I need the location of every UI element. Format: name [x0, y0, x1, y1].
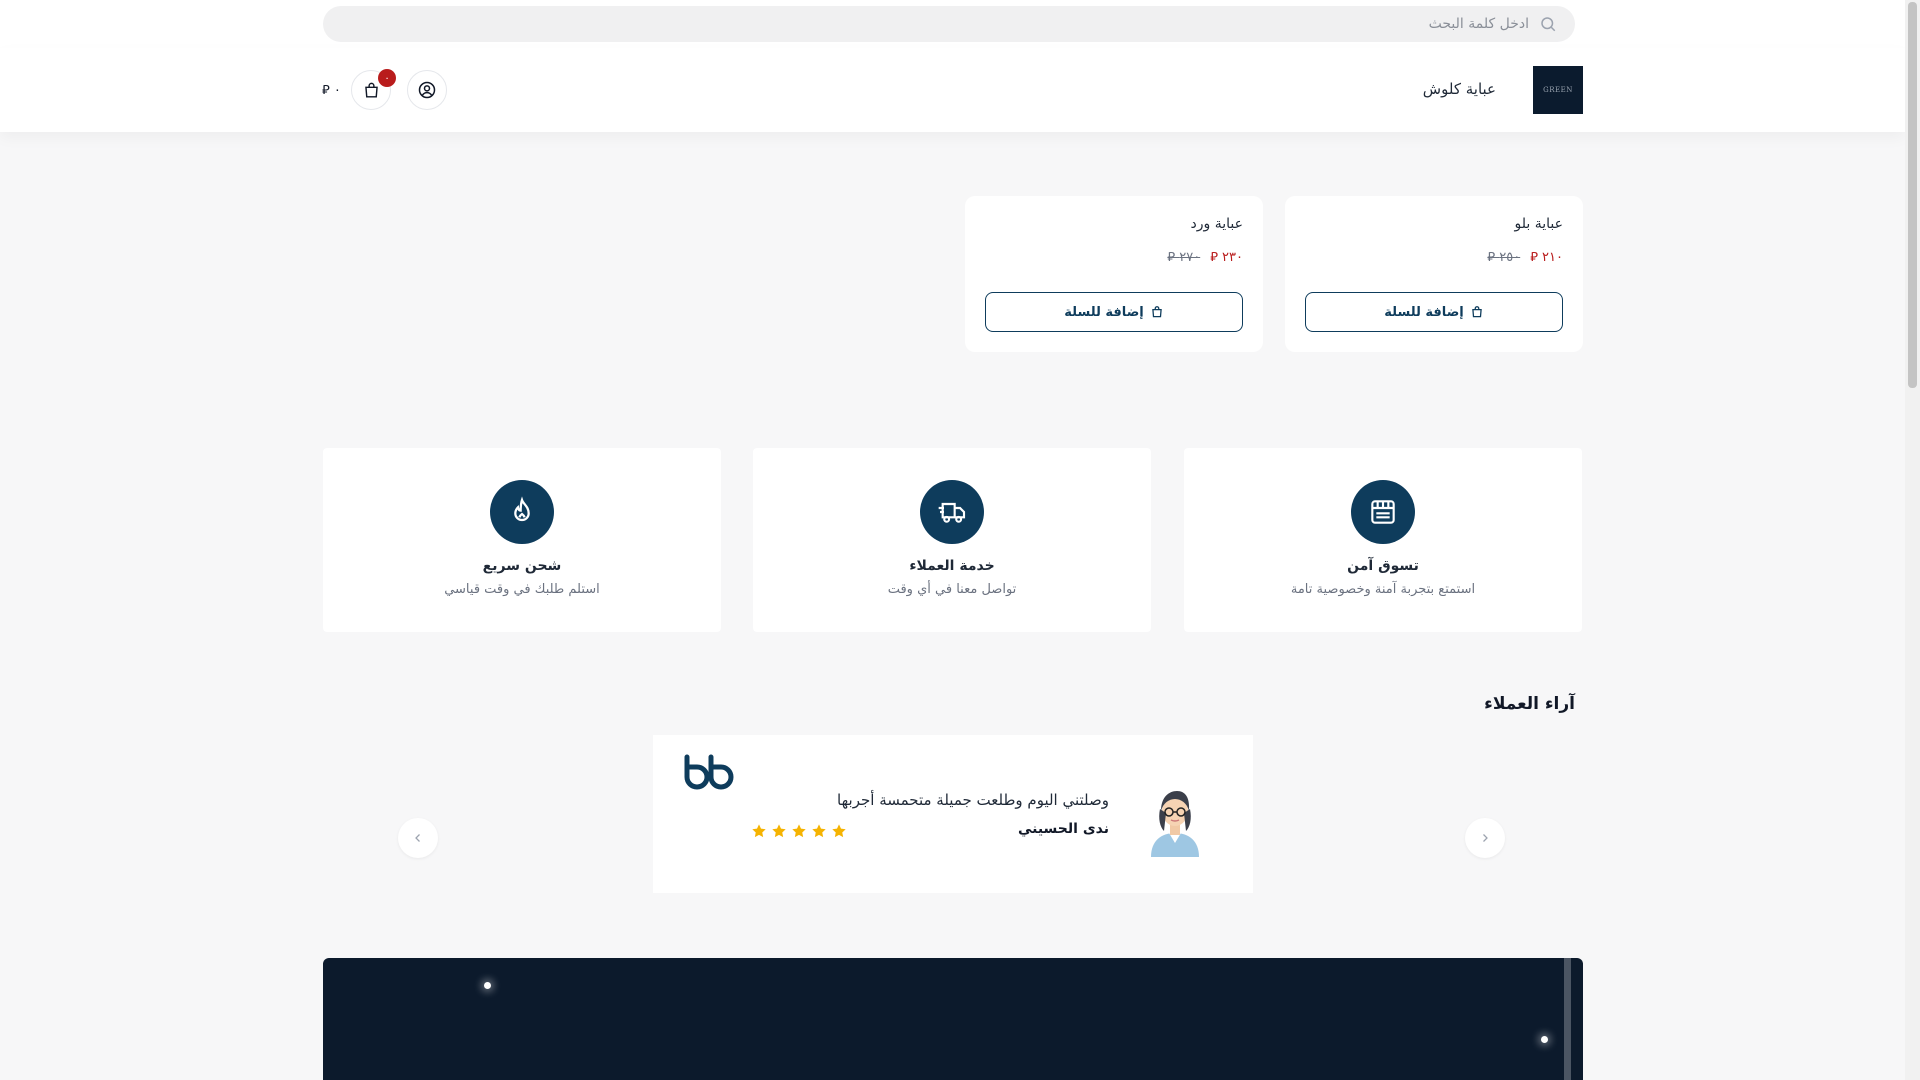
price-row: ٢١٠ ⃁ ٢٥٠ ⃁	[1487, 248, 1563, 265]
scrollbar-thumb[interactable]	[1908, 2, 1917, 388]
store-name[interactable]: عباية كلوش	[1423, 80, 1496, 98]
feature-title: خدمة العملاء	[909, 558, 995, 574]
testimonial-card: وصلتني اليوم وطلعت جميلة متحمسة أجربها ن…	[653, 735, 1253, 893]
delivery-truck-icon	[920, 480, 984, 544]
logo-text: GREEN	[1543, 86, 1573, 94]
star-icon	[812, 824, 826, 838]
add-to-cart-label: إضافة للسلة	[1384, 304, 1464, 320]
product-price: ٢١٠ ⃁	[1530, 250, 1563, 265]
store-logo[interactable]: GREEN	[1533, 66, 1583, 114]
sparkle-dot	[1541, 1036, 1548, 1043]
testimonials-title: آراء العملاء	[1484, 694, 1575, 714]
shopping-bag-icon	[364, 82, 378, 98]
feature-description: استمتع بتجربة آمنة وخصوصية تامة	[1290, 582, 1476, 597]
sparkle-dot	[484, 982, 491, 989]
feature-card: شحن سريع استلم طلبك في وقت قياسي	[323, 448, 721, 632]
product-name[interactable]: عباية بلو	[1515, 216, 1563, 232]
add-to-cart-label: إضافة للسلة	[1064, 304, 1144, 320]
product-old-price: ٢٥٠ ⃁	[1487, 250, 1521, 265]
feature-card: خدمة العملاء تواصل معنا في أي وقت	[753, 448, 1151, 632]
page-scrollbar[interactable]	[1905, 0, 1920, 1080]
rating-stars	[751, 823, 847, 839]
product-card[interactable]: عباية بلو ٢١٠ ⃁ ٢٥٠ ⃁ إضافة للسلة	[1285, 196, 1583, 352]
feature-description: استلم طلبك في وقت قياسي	[444, 582, 600, 597]
search-input[interactable]	[631, 6, 1531, 42]
quote-icon	[684, 754, 734, 790]
product-price: ٢٣٠ ⃁	[1210, 250, 1243, 265]
add-to-cart-button[interactable]: إضافة للسلة	[985, 292, 1243, 332]
feature-card: تسوق آمن استمتع بتجربة آمنة وخصوصية تامة	[1184, 448, 1582, 632]
star-icon	[772, 824, 786, 838]
promo-banner	[323, 958, 1583, 1080]
star-icon	[752, 824, 766, 838]
product-card[interactable]: عباية ورد ٢٣٠ ⃁ ٢٧٠ ⃁ إضافة للسلة	[965, 196, 1263, 352]
search-icon[interactable]	[1539, 15, 1557, 33]
user-icon	[418, 81, 436, 99]
search-box[interactable]	[323, 6, 1575, 42]
shopping-bag-icon	[1151, 306, 1162, 318]
customer-avatar	[1151, 791, 1199, 857]
top-search-bar	[0, 0, 1905, 48]
star-icon	[832, 824, 846, 838]
star-icon	[792, 824, 806, 838]
cart-count-badge: ٠	[378, 69, 396, 87]
store-icon	[1351, 480, 1415, 544]
carousel-next-button[interactable]	[1465, 818, 1505, 858]
feature-title: شحن سريع	[482, 558, 562, 574]
banner-edge	[1564, 958, 1571, 1080]
shopping-bag-icon	[1471, 306, 1482, 318]
cart-total: ٠ ⃁	[322, 83, 341, 98]
product-name[interactable]: عباية ورد	[1191, 216, 1243, 232]
chevron-left-icon	[415, 834, 420, 842]
testimonial-author: ندى الحسيني	[1017, 821, 1109, 837]
price-row: ٢٣٠ ⃁ ٢٧٠ ⃁	[1167, 248, 1243, 265]
carousel-prev-button[interactable]	[398, 818, 438, 858]
feature-title: تسوق آمن	[1347, 558, 1419, 574]
add-to-cart-button[interactable]: إضافة للسلة	[1305, 292, 1563, 332]
product-old-price: ٢٧٠ ⃁	[1167, 250, 1201, 265]
feature-description: تواصل معنا في أي وقت	[887, 582, 1017, 597]
chevron-right-icon	[1483, 834, 1488, 842]
fire-icon	[490, 480, 554, 544]
testimonial-text: وصلتني اليوم وطلعت جميلة متحمسة أجربها	[837, 791, 1109, 809]
site-header	[0, 48, 1905, 132]
account-button[interactable]	[407, 70, 447, 110]
